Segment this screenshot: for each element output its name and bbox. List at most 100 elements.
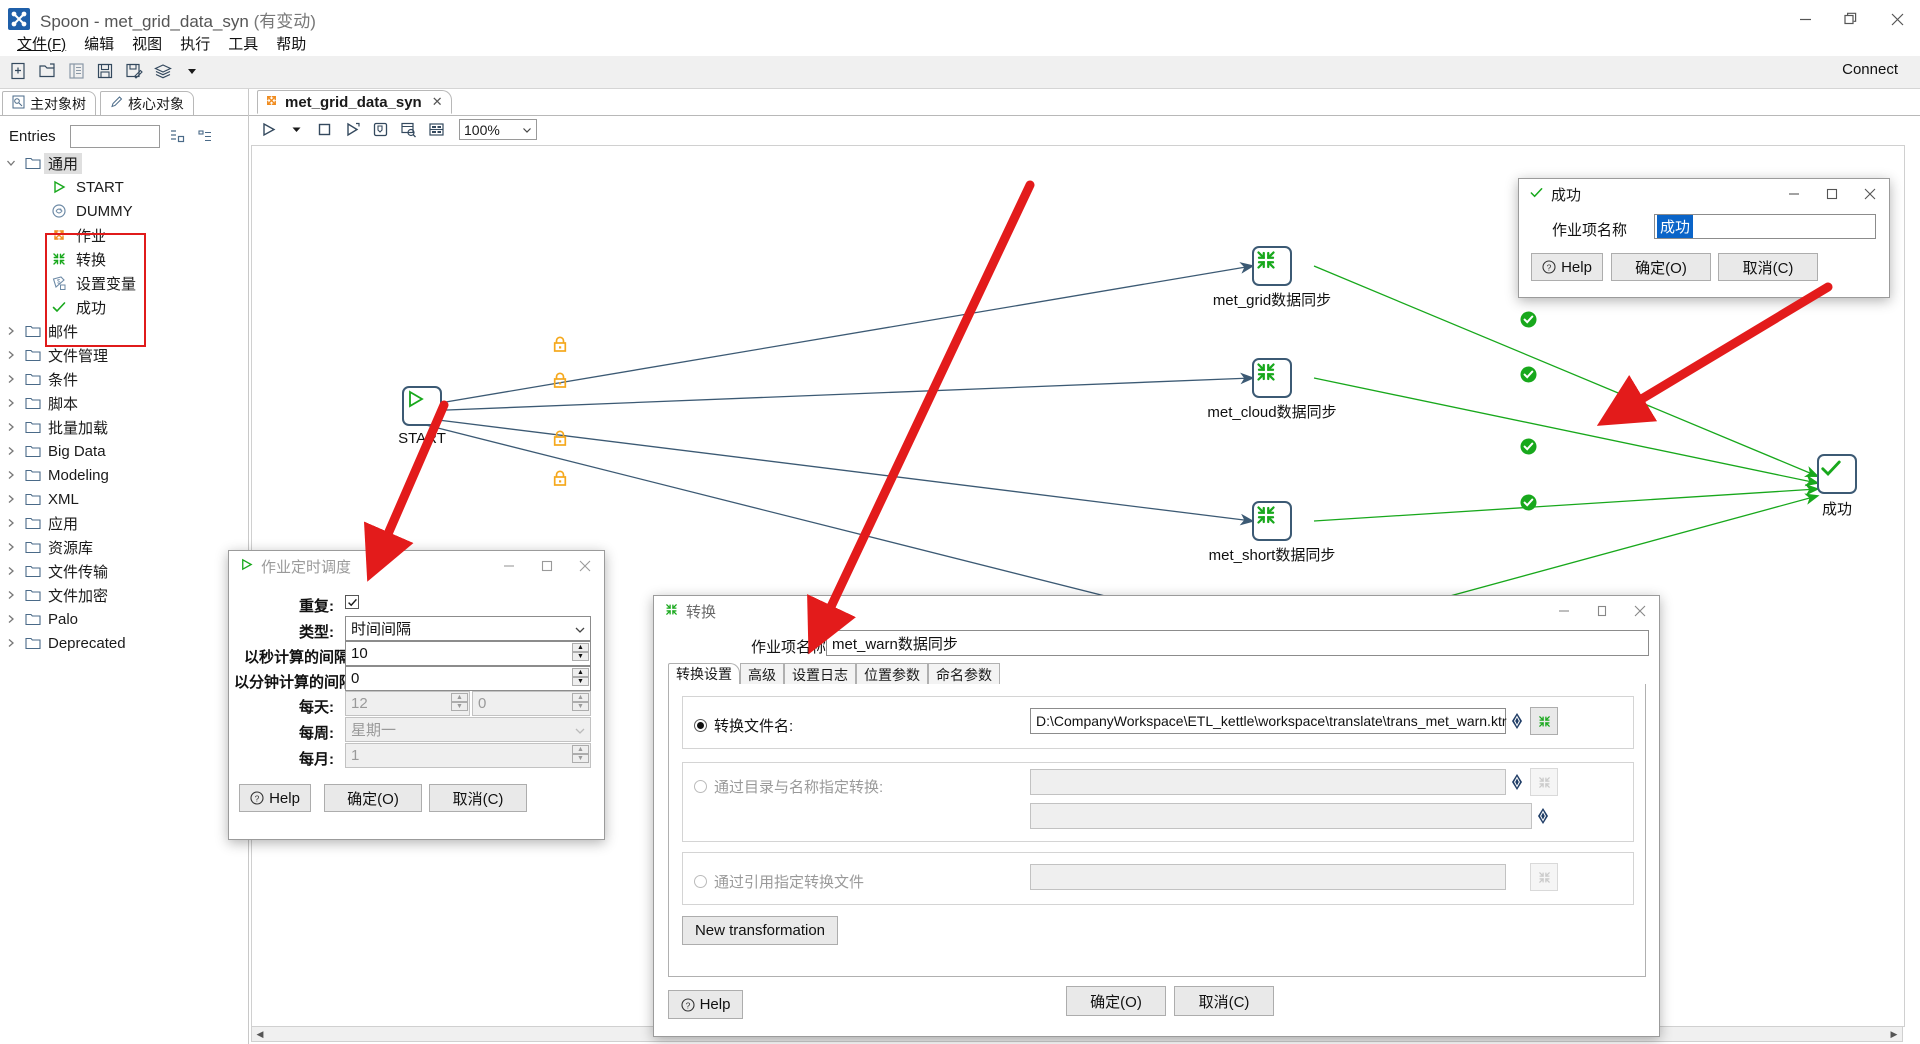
schedule-monthly-input[interactable]: 1 ▲ ▼: [345, 743, 591, 768]
grid-icon[interactable]: [423, 118, 449, 142]
transform-directory-input[interactable]: [1030, 769, 1506, 795]
tree-folder-bulk-loading[interactable]: 批量加载: [0, 415, 247, 439]
layers-icon[interactable]: [150, 58, 176, 84]
schedule-daily-hour-stepper[interactable]: ▲ ▼: [451, 693, 468, 711]
run-icon[interactable]: [255, 118, 281, 142]
schedule-minutes-stepper[interactable]: ▲ ▼: [572, 668, 589, 686]
tab-main-object-tree[interactable]: 主对象树: [2, 91, 96, 115]
tree-folder-scripting[interactable]: 脚本: [0, 391, 247, 415]
schedule-daily-minute-input[interactable]: 0 ▲ ▼: [472, 691, 591, 716]
chevron-right-icon[interactable]: [0, 422, 22, 432]
debug-icon[interactable]: [367, 118, 393, 142]
canvas-node-met-grid[interactable]: [1252, 246, 1292, 286]
expand-all-icon[interactable]: [167, 126, 188, 147]
transform-dialog-cancel-button[interactable]: 取消(C): [1174, 986, 1274, 1016]
tree-folder-mail[interactable]: 邮件: [0, 319, 247, 343]
success-dialog-ok-button[interactable]: 确定(O): [1611, 253, 1711, 281]
chevron-right-icon[interactable]: [0, 614, 22, 624]
transform-directory-radio[interactable]: [694, 780, 707, 793]
tab-named-params[interactable]: 命名参数: [928, 663, 1000, 685]
open-file-icon[interactable]: [34, 58, 60, 84]
transform-dialog-ok-button[interactable]: 确定(O): [1066, 986, 1166, 1016]
tab-core-objects[interactable]: 核心对象: [100, 91, 194, 115]
transform-reference-radio-row[interactable]: 通过引用指定转换文件: [694, 871, 864, 892]
transform-file-input[interactable]: D:\CompanyWorkspace\ETL_kettle\workspace…: [1030, 708, 1507, 734]
canvas-node-start[interactable]: [402, 386, 442, 426]
inspect-icon[interactable]: [395, 118, 421, 142]
schedule-dialog-ok-button[interactable]: 确定(O): [324, 784, 422, 812]
tree-item-dummy[interactable]: DUMMY: [0, 199, 247, 223]
tree-item-job[interactable]: 作业: [0, 223, 247, 247]
success-dialog-maximize-button[interactable]: [1813, 179, 1851, 209]
chevron-right-icon[interactable]: [0, 446, 22, 456]
canvas-tab-met-grid-data-syn[interactable]: met_grid_data_syn ✕: [257, 90, 452, 114]
menu-item-run[interactable]: 执行: [171, 31, 219, 56]
schedule-type-select[interactable]: 时间间隔: [345, 616, 591, 641]
new-file-icon[interactable]: [5, 58, 31, 84]
chevron-right-icon[interactable]: [0, 374, 22, 384]
minimize-button[interactable]: [1782, 0, 1828, 38]
run-dropdown-icon[interactable]: [283, 118, 309, 142]
tree-folder-xml[interactable]: XML: [0, 487, 247, 511]
tree-folder-file-encryption[interactable]: 文件加密: [0, 583, 247, 607]
tree-folder-modeling[interactable]: Modeling: [0, 463, 247, 487]
variable-diamond-icon[interactable]: [1510, 712, 1524, 734]
tree-folder-repository[interactable]: 资源库: [0, 535, 247, 559]
chevron-right-icon[interactable]: [0, 350, 22, 360]
transform-dialog-maximize-button[interactable]: [1583, 596, 1621, 626]
menu-item-tools[interactable]: 工具: [219, 31, 267, 56]
explorer-icon[interactable]: [63, 58, 89, 84]
transform-reference-radio[interactable]: [694, 875, 707, 888]
transform-reference-browse-button[interactable]: [1530, 863, 1558, 891]
canvas-node-met-cloud[interactable]: [1252, 358, 1292, 398]
new-transformation-button[interactable]: New transformation: [682, 916, 838, 945]
collapse-all-icon[interactable]: [195, 126, 216, 147]
chevron-right-icon[interactable]: [0, 494, 22, 504]
success-dialog-close-button[interactable]: [1851, 179, 1889, 209]
schedule-daily-hour-input[interactable]: 12 ▲ ▼: [345, 691, 470, 716]
tree-folder-deprecated[interactable]: Deprecated: [0, 631, 247, 655]
save-as-icon[interactable]: [121, 58, 147, 84]
chevron-right-icon[interactable]: [0, 590, 22, 600]
tab-positional-params[interactable]: 位置参数: [856, 663, 928, 685]
transform-file-browse-button[interactable]: [1530, 707, 1558, 735]
transform-directory-radio-row[interactable]: 通过目录与名称指定转换:: [694, 776, 883, 797]
schedule-repeat-checkbox[interactable]: [345, 595, 359, 609]
tree-item-set-variable[interactable]: $ 设置变量: [0, 271, 247, 295]
tree-item-transform[interactable]: 转换: [0, 247, 247, 271]
transform-file-radio[interactable]: [694, 719, 707, 732]
schedule-seconds-input[interactable]: 10 ▲ ▼: [345, 641, 591, 666]
chevron-right-icon[interactable]: [0, 470, 22, 480]
chevron-right-icon[interactable]: [0, 326, 22, 336]
tree-folder-file-transfer[interactable]: 文件传输: [0, 559, 247, 583]
dropdown-arrow-icon[interactable]: [179, 58, 205, 84]
transform-reference-input[interactable]: [1030, 864, 1506, 890]
transform-directory-browse-button[interactable]: [1530, 768, 1558, 796]
transform-dialog-minimize-button[interactable]: [1545, 596, 1583, 626]
success-dialog-minimize-button[interactable]: [1775, 179, 1813, 209]
schedule-weekly-select[interactable]: 星期一: [345, 717, 591, 742]
tree-folder-palo[interactable]: Palo: [0, 607, 247, 631]
chevron-right-icon[interactable]: [0, 518, 22, 528]
tree-item-success[interactable]: 成功: [0, 295, 247, 319]
save-icon[interactable]: [92, 58, 118, 84]
menu-item-edit[interactable]: 编辑: [75, 31, 123, 56]
variable-diamond-icon[interactable]: [1536, 807, 1550, 829]
connect-label[interactable]: Connect: [1842, 61, 1898, 78]
canvas-node-success[interactable]: [1817, 454, 1857, 494]
tab-advanced[interactable]: 高级: [740, 663, 784, 685]
maximize-button[interactable]: [1828, 0, 1874, 38]
tree-folder-file-management[interactable]: 文件管理: [0, 343, 247, 367]
chevron-right-icon[interactable]: [0, 638, 22, 648]
chevron-down-icon[interactable]: [0, 158, 22, 168]
transform-directory-name-input[interactable]: [1030, 803, 1532, 829]
tab-logging[interactable]: 设置日志: [784, 663, 856, 685]
menu-item-help[interactable]: 帮助: [267, 31, 315, 56]
schedule-monthly-stepper[interactable]: ▲ ▼: [572, 745, 589, 763]
schedule-dialog-cancel-button[interactable]: 取消(C): [429, 784, 527, 812]
preview-icon[interactable]: [339, 118, 365, 142]
tree-folder-conditions[interactable]: 条件: [0, 367, 247, 391]
chevron-right-icon[interactable]: [0, 398, 22, 408]
schedule-dialog-help-button[interactable]: ? Help: [239, 784, 311, 812]
chevron-right-icon[interactable]: [0, 566, 22, 576]
